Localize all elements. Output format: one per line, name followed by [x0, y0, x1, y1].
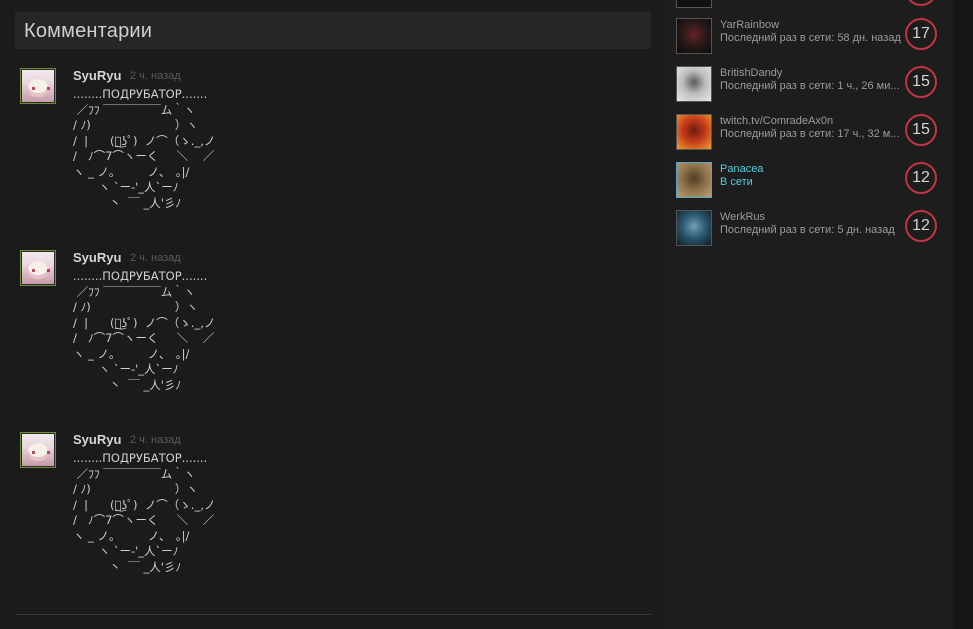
comment: SyuRyu 2 ч. назад ........ПОДРУБАТОР....… — [20, 432, 650, 602]
friend-avatar[interactable] — [676, 18, 712, 54]
comments-title: Комментарии — [24, 20, 153, 42]
comment-avatar[interactable] — [20, 250, 56, 286]
friend-avatar[interactable] — [676, 162, 712, 198]
level-badge: 12 — [905, 210, 937, 242]
friend-row[interactable]: twitch.tv/ComradeAx0n Последний раз в се… — [676, 114, 948, 154]
friend-name[interactable]: BritishDandy — [720, 67, 782, 79]
friend-name[interactable]: Panacea — [720, 163, 763, 175]
friend-name[interactable]: YarRainbow — [720, 19, 779, 31]
level-badge: 12 — [905, 162, 937, 194]
friend-name[interactable]: twitch.tv/ComradeAx0n — [720, 115, 833, 127]
comment: SyuRyu 2 ч. назад ........ПОДРУБАТОР....… — [20, 68, 650, 238]
level-badge: 17 — [905, 18, 937, 50]
avatar-image — [22, 70, 54, 102]
comment-text: ........ПОДРУБАТОР....... ／ﾌﾌ ￣￣￣￣￣ム｀ヽ /… — [73, 87, 216, 210]
comment: SyuRyu 2 ч. назад ........ПОДРУБАТОР....… — [20, 250, 650, 420]
level-badge: 15 — [905, 114, 937, 146]
friend-status: В сети — [720, 176, 753, 188]
comment-timestamp: 2 ч. назад — [130, 70, 181, 82]
comments-divider — [15, 614, 651, 615]
friend-avatar[interactable] — [676, 66, 712, 102]
comment-author[interactable]: SyuRyu — [73, 432, 121, 447]
avatar-image — [22, 434, 54, 466]
friend-row[interactable]: BritishDandy Последний раз в сети: 1 ч.,… — [676, 66, 948, 106]
friend-status: Последний раз в сети: 58 дн. назад — [720, 32, 901, 44]
friend-row[interactable]: Panacea В сети 12 — [676, 162, 948, 202]
comment-text: ........ПОДРУБАТОР....... ／ﾌﾌ ￣￣￣￣￣ム｀ヽ /… — [73, 451, 216, 574]
comment-author[interactable]: SyuRyu — [73, 250, 121, 265]
friend-status: Последний раз в сети: 17 ч., 32 м... — [720, 128, 900, 140]
friend-name[interactable]: WerkRus — [720, 211, 765, 223]
friend-avatar-partial[interactable] — [676, 0, 712, 8]
friend-avatar[interactable] — [676, 210, 712, 246]
comment-timestamp: 2 ч. назад — [130, 252, 181, 264]
comment-text: ........ПОДРУБАТОР....... ／ﾌﾌ ￣￣￣￣￣ム｀ヽ /… — [73, 269, 216, 392]
friend-row[interactable]: WerkRus Последний раз в сети: 5 дн. наза… — [676, 210, 948, 250]
comment-avatar[interactable] — [20, 432, 56, 468]
comments-header: Комментарии — [15, 12, 651, 49]
comment-timestamp: 2 ч. назад — [130, 434, 181, 446]
level-badge: 15 — [905, 66, 937, 98]
avatar-image — [22, 252, 54, 284]
friend-status: Последний раз в сети: 1 ч., 26 ми... — [720, 80, 900, 92]
comment-author[interactable]: SyuRyu — [73, 68, 121, 83]
friend-row[interactable]: YarRainbow Последний раз в сети: 58 дн. … — [676, 18, 948, 58]
friend-status: Последний раз в сети: 5 дн. назад — [720, 224, 895, 236]
comment-avatar[interactable] — [20, 68, 56, 104]
friend-avatar[interactable] — [676, 114, 712, 150]
page-edge — [953, 0, 973, 629]
